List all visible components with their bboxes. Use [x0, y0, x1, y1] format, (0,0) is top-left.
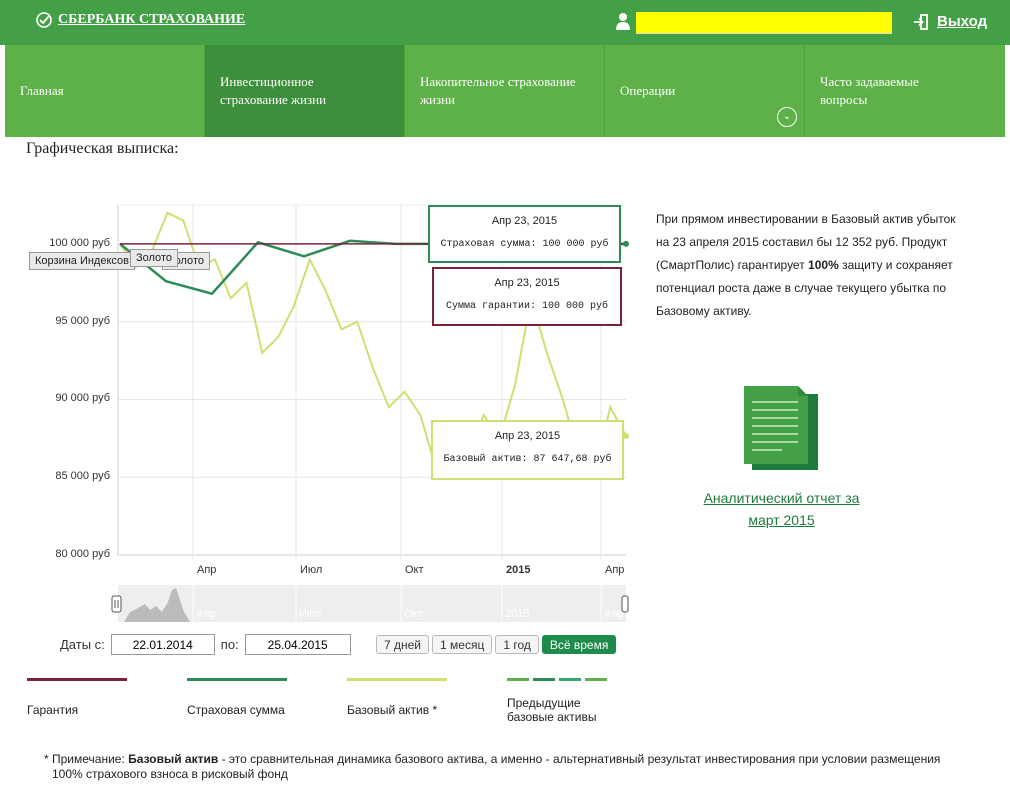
period-buttons: 7 дней 1 месяц 1 год Всё время — [376, 635, 617, 654]
user-name-redacted[interactable] — [636, 12, 892, 34]
to-date-input[interactable] — [244, 634, 351, 655]
period-1-month-button[interactable]: 1 месяц — [432, 635, 493, 654]
x-tick-label: Апр — [197, 564, 217, 576]
x-tick-label: Июл — [300, 564, 323, 576]
period-7-days-button[interactable]: 7 дней — [376, 635, 430, 654]
legend-swatch — [187, 678, 287, 681]
x-tick-label: Апр — [605, 564, 625, 576]
logo-icon — [36, 12, 52, 28]
y-tick-label: 85 000 руб — [55, 470, 110, 483]
navigator-tick-label: Июл — [299, 608, 321, 620]
chart-navigator[interactable]: Апр Июл Окт 2015 Апр — [111, 585, 629, 622]
to-label: по: — [220, 637, 239, 652]
asset-badge[interactable]: Золото — [130, 249, 178, 267]
x-tick-label: Окт — [405, 564, 424, 576]
legend-swatch-group — [507, 678, 617, 681]
sberbank-logo[interactable]: СБЕРБАНК СТРАХОВАНИЕ — [36, 12, 245, 28]
y-tick-label: 95 000 руб — [55, 314, 110, 327]
main-nav: Главная Инвестиционное страхование жизни… — [5, 45, 1005, 137]
legend-insured-sum[interactable]: Страховая сумма — [187, 678, 347, 717]
info-text: При прямом инвестировании в Базовый акти… — [656, 212, 956, 318]
nav-item-investment-insurance[interactable]: Инвестиционное страхование жизни — [205, 45, 405, 137]
page-title: Графическая выписка: — [26, 140, 179, 157]
legend-guarantee[interactable]: Гарантия — [27, 678, 187, 717]
chevron-down-icon[interactable]: ⌄ — [777, 107, 797, 127]
series-marker — [623, 240, 629, 247]
nav-item-operations[interactable]: Операции ⌄ — [605, 45, 805, 137]
date-range: Даты с: по: — [60, 634, 351, 655]
header-bar: СБЕРБАНК СТРАХОВАНИЕ Выход — [0, 0, 1010, 45]
tooltip-guarantee: Апр 23, 2015 Сумма гарантии: 100 000 руб — [432, 267, 622, 326]
tooltip-base-asset: Апр 23, 2015 Базовый актив: 87 647,68 ру… — [431, 420, 624, 480]
navigator-tick-label: Окт — [404, 608, 423, 620]
navigator-handle-right — [621, 595, 629, 613]
navigator-area — [124, 588, 190, 622]
legend-base-asset[interactable]: Базовый актив * — [347, 678, 507, 717]
nav-item-home[interactable]: Главная — [5, 45, 205, 137]
user-icon — [616, 13, 630, 30]
exit-link[interactable]: Выход — [937, 13, 987, 30]
from-label: Даты с: — [60, 637, 105, 652]
legend-previous-assets[interactable]: Предыдущие базовые активы — [507, 678, 617, 724]
legend-swatch — [347, 678, 447, 681]
legend-swatch — [27, 678, 127, 681]
navigator-tick-label: Апр — [604, 608, 623, 620]
y-tick-label: 90 000 руб — [55, 392, 110, 405]
y-tick-label: 100 000 руб — [49, 236, 110, 249]
exit-icon[interactable] — [913, 14, 929, 30]
tooltip-insured-sum: Апр 23, 2015 Страховая сумма: 100 000 ру… — [428, 205, 621, 263]
analytic-report-link[interactable]: Аналитический отчет за март 2015 — [690, 487, 873, 531]
navigator-tick-label: Апр — [196, 608, 215, 620]
period-all-time-button[interactable]: Всё время — [541, 635, 617, 654]
logo-text: СБЕРБАНК СТРАХОВАНИЕ — [58, 12, 246, 27]
document-icon[interactable] — [742, 384, 822, 474]
navigator-handle-left — [111, 595, 122, 613]
x-tick-label: 2015 — [506, 564, 531, 576]
y-tick-label: 80 000 руб — [55, 548, 110, 560]
nav-item-savings-insurance[interactable]: Накопительное страхование жизни — [405, 45, 605, 137]
footnote: * Примечание: Базовый актив - это сравни… — [44, 752, 941, 781]
from-date-input[interactable] — [110, 634, 215, 655]
nav-item-faq[interactable]: Часто задаваемые вопросы — [805, 45, 1005, 137]
navigator-bg — [118, 585, 626, 622]
period-1-year-button[interactable]: 1 год — [495, 635, 539, 654]
navigator-tick-label: 2015 — [505, 608, 529, 620]
asset-badge[interactable]: Корзина Индексов — [29, 252, 135, 270]
